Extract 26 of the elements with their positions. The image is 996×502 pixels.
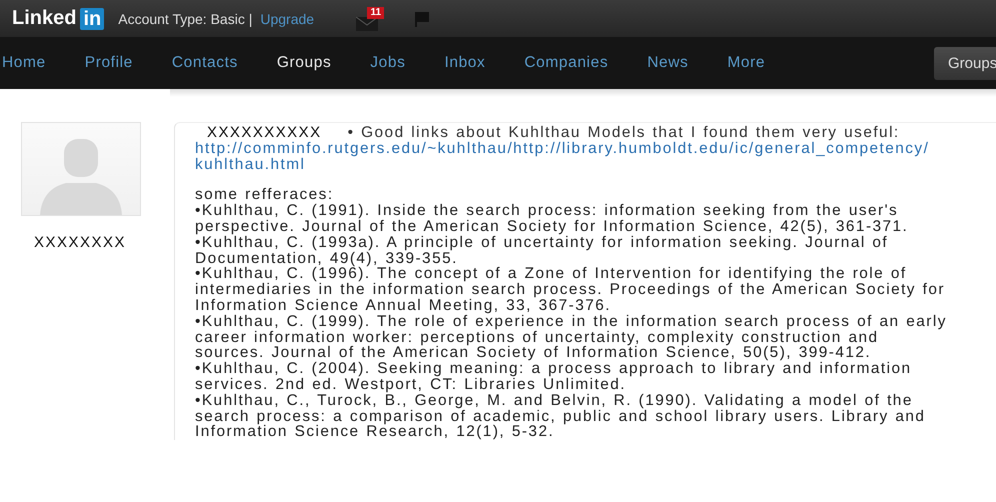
reference-entry: •Kuhlthau, C. (1999). The role of experience in the information search process of an early career information worker: perceptions of uncertainty, complexity construction and sources. Journal of the American Society of Information Science, 50(5), 399-412. (195, 314, 948, 362)
nav-tab[interactable]: Companies (524, 54, 608, 72)
nav-tab[interactable]: News (647, 54, 688, 72)
url-link[interactable]: http://comminfo.rutgers.edu/~kuhlthau/http://library.humboldt.edu/ic/general_competency/ kuhlthau.html (195, 140, 996, 172)
reference-entry: •Kuhlthau, C., Turock, B., George, M. and Belvin, R. (1990). Validating a model of the search process: a comparison of academic, public and school library users. Library and Information Science Research, 12(1), 5-32. (195, 392, 926, 440)
nav-tab[interactable]: Profile (84, 54, 133, 72)
nav-tab[interactable]: Contacts (172, 54, 238, 72)
nav-tab[interactable]: More (727, 54, 766, 72)
logo[interactable]: Linked in (12, 7, 104, 30)
nav-tab[interactable]: Jobs (370, 54, 406, 72)
message-count-badge: 11 (367, 6, 384, 18)
nav-tab[interactable]: Groups (276, 54, 332, 72)
upgrade-link[interactable]: Upgrade (260, 10, 314, 26)
reference-entry: •Kuhlthau, C. (1991). Inside the search process: information seeking from the user's perspective. Journal of the American Society for Information Science, 42(5), 361-371. (195, 203, 910, 235)
reference-entry: •Kuhlthau, C. (2004). Seeking meaning: a process approach to library and information services. 2nd ed. Westport, CT: Libraries Unlimited. (195, 361, 913, 393)
nav-tab[interactable]: Home (2, 54, 46, 72)
poster-name[interactable]: XXXXXXXXXX (207, 125, 322, 141)
author-name[interactable]: XXXXXXXX (34, 234, 126, 251)
reference-entry: •Kuhlthau, C. (1996). The concept of a Zone of Intervention for identifying the role of intermediaries in the information search process. Proceedings of the American Society for Information Science Annual Meeting, 33, 367-376. (195, 266, 946, 314)
account-type-label: Account Type: Basic | (118, 10, 252, 26)
messages-button[interactable]: 11 (356, 6, 384, 30)
references-heading: some refferaces: (195, 187, 335, 204)
flag-icon[interactable] (414, 10, 430, 26)
reference-entry: •Kuhlthau, C. (1993a). A principle of uncertainty for information seeking. Journal of Documentation, 49(4), 339-355. (195, 234, 890, 266)
post-intro-text: • Good links about Kuhlthau Models that I found them very useful: (348, 125, 900, 141)
nav-tab[interactable]: Inbox (444, 54, 486, 72)
